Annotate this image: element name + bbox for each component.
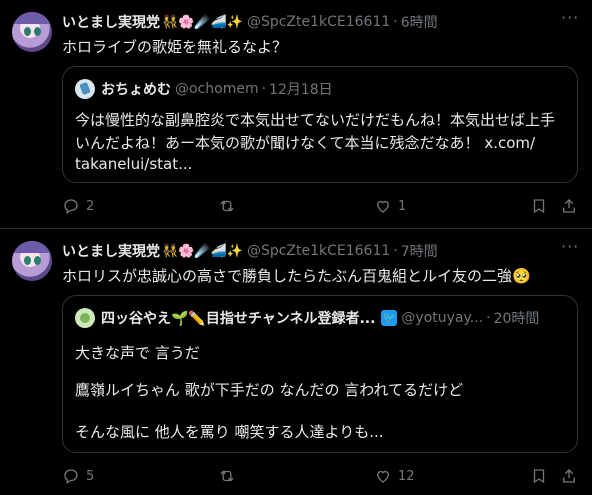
quoted-text-line: 大きな声で 言うだ [75,344,200,362]
bookmark-icon [533,469,545,484]
quoted-avatar [75,79,95,99]
repost-icon [220,470,234,482]
post-header: いとまし実現党 👯🌸☄️🚄✨ @SpcZte1kCE16611 · 7時間 [62,241,438,261]
reply-button[interactable]: 5 [62,467,94,485]
quoted-time: 20時間 [493,311,540,327]
author-emojis: 👯🌸☄️🚄✨ [162,14,243,30]
post[interactable]: いとまし実現党 👯🌸☄️🚄✨ @SpcZte1kCE16611 · 6時間 ··… [0,0,592,229]
quoted-post[interactable]: 四ッ谷やえ🌱✏️目指せチャンネル登録者... 🐦 @yotuyay... · 2… [62,295,578,453]
twitter-bird-icon: 🐦 [381,310,398,326]
quoted-author: おちょめむ [101,82,171,98]
action-bar: 2 1 [62,197,578,217]
avatar[interactable] [12,241,52,281]
quoted-header: おちょめむ @ochomem · 12月18日 [75,79,333,99]
post-text: ホロライブの歌姫を無礼るなよ？ [62,38,288,56]
repost-button[interactable] [218,467,236,485]
quoted-author: 四ッ谷やえ🌱✏️目指せチャンネル登録者... [101,311,376,327]
reply-icon [64,469,78,485]
quoted-text-line: 今は慢性的な副鼻腔炎で本気出せてないだけだもんね！本気出せば上手 [75,111,556,129]
reply-count: 5 [86,468,95,484]
quoted-post[interactable]: おちょめむ @ochomem · 12月18日 今は慢性的な副鼻腔炎で本気出せて… [62,66,578,183]
author-name[interactable]: いとまし実現党 [62,241,160,261]
quoted-handle: @ochomem [175,81,259,97]
post-time[interactable]: 6時間 [401,12,438,32]
share-icon [563,469,575,483]
repost-button[interactable] [218,197,236,215]
author-name[interactable]: いとまし実現党 [62,12,160,32]
post-time[interactable]: 7時間 [401,241,438,261]
reply-button[interactable]: 2 [62,197,94,215]
reply-icon [64,199,78,215]
quoted-handle: @yotuyay... [401,310,484,326]
author-handle[interactable]: @SpcZte1kCE16611 [247,14,390,30]
reply-count: 2 [86,198,95,214]
quoted-text-line: 鷹嶺ルイちゃん 歌が下手だの なんだの 言われてるだけど [75,381,464,399]
like-button[interactable]: 1 [374,197,406,215]
more-options-icon[interactable]: ··· [561,237,579,256]
quoted-text-line: そんな風に 他人を罵り 嘲笑する人達よりも... [75,423,384,441]
share-button[interactable] [560,467,578,485]
share-button[interactable] [560,197,578,215]
author-handle[interactable]: @SpcZte1kCE16611 [247,243,390,259]
like-button[interactable]: 12 [374,467,415,485]
quoted-text-line: takanelui/stat... [75,155,193,173]
quoted-avatar [75,308,95,328]
bookmark-icon [533,199,545,214]
post[interactable]: いとまし実現党 👯🌸☄️🚄✨ @SpcZte1kCE16611 · 7時間 ··… [0,229,592,495]
bookmark-button[interactable] [530,197,548,215]
separator-dot: · [393,14,398,30]
separator-dot: · [393,243,398,259]
post-header: いとまし実現党 👯🌸☄️🚄✨ @SpcZte1kCE16611 · 6時間 [62,12,438,32]
like-icon [377,200,389,213]
bookmark-button[interactable] [530,467,548,485]
action-bar: 5 12 [62,467,578,487]
author-emojis: 👯🌸☄️🚄✨ [162,243,243,259]
share-icon [563,199,575,213]
repost-icon [220,200,234,212]
more-options-icon[interactable]: ··· [561,8,579,27]
avatar[interactable] [12,12,52,52]
post-text: ホロリスが忠誠心の高さで勝負したらたぶん百鬼組とルイ友の二強🥺 [62,267,531,285]
quoted-header: 四ッ谷やえ🌱✏️目指せチャンネル登録者... 🐦 @yotuyay... · 2… [75,308,539,328]
quoted-time: 12月18日 [269,82,333,98]
like-count: 12 [398,468,415,484]
quoted-text-line: いんだよね！あー本気の歌が聞けなくて本当に残念だなあ！ x.com/ [75,134,536,152]
like-count: 1 [398,198,407,214]
like-icon [377,470,389,483]
